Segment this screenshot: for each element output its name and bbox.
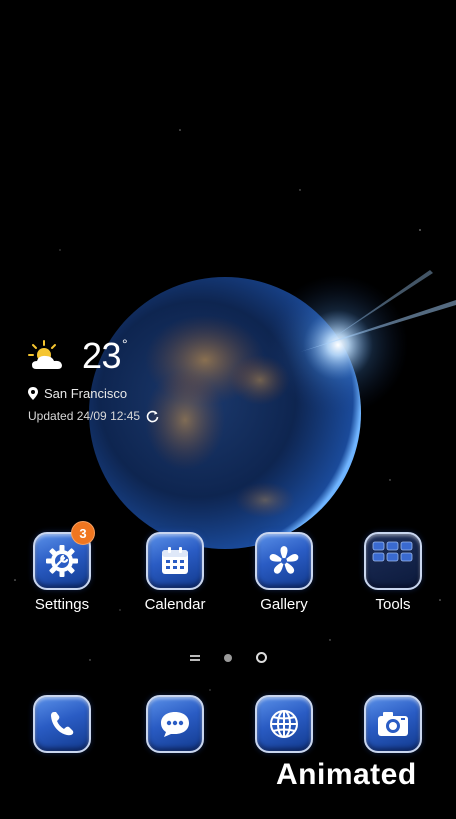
tools-folder-tile[interactable] xyxy=(364,532,422,590)
weather-updated: Updated 24/09 12:45 xyxy=(28,409,228,423)
dock-camera[interactable] xyxy=(348,695,438,753)
weather-widget[interactable]: 23 ° San Francisco Updated 24/09 12:45 xyxy=(28,335,228,423)
messages-tile[interactable] xyxy=(146,695,204,753)
notification-badge: 3 xyxy=(71,521,95,545)
gallery-tile[interactable] xyxy=(255,532,313,590)
pinwheel-flower-icon xyxy=(269,546,299,574)
dock-browser[interactable] xyxy=(239,695,329,753)
browser-tile[interactable] xyxy=(255,695,313,753)
phone-tile[interactable] xyxy=(33,695,91,753)
globe-icon xyxy=(270,710,298,738)
refresh-icon[interactable] xyxy=(146,410,159,423)
app-calendar[interactable]: Calendar xyxy=(130,532,220,613)
home-menu-icon[interactable] xyxy=(189,654,200,661)
degree-symbol: ° xyxy=(122,336,128,352)
camera-icon xyxy=(378,712,408,736)
app-gallery[interactable]: Gallery xyxy=(239,532,329,613)
settings-tile[interactable]: 3 xyxy=(33,521,95,590)
page-indicator xyxy=(0,652,456,663)
dock-phone[interactable] xyxy=(17,695,107,753)
location-label: San Francisco xyxy=(44,386,128,401)
camera-tile[interactable] xyxy=(364,695,422,753)
weather-current: 23 ° xyxy=(28,335,228,376)
tools-folder-icon xyxy=(372,541,413,562)
app-tools-folder[interactable]: Tools xyxy=(348,532,438,613)
weather-location: San Francisco xyxy=(28,386,228,401)
updated-label: Updated 24/09 12:45 xyxy=(28,409,141,423)
calendar-icon xyxy=(162,547,188,574)
app-label: Gallery xyxy=(260,596,308,613)
calendar-tile[interactable] xyxy=(146,532,204,590)
gear-wrench-icon xyxy=(46,545,78,577)
page-dot-current[interactable] xyxy=(255,652,267,663)
watermark-label: Animated xyxy=(276,758,417,791)
partly-sunny-icon xyxy=(28,340,62,369)
location-pin-icon xyxy=(28,387,38,400)
message-bubble-icon xyxy=(161,712,189,737)
dock-messages[interactable] xyxy=(130,695,220,753)
app-label: Calendar xyxy=(144,596,206,613)
app-label: Tools xyxy=(375,596,411,613)
app-label: Settings xyxy=(34,596,90,613)
app-settings[interactable]: 3 Settings xyxy=(17,521,107,613)
temperature: 23 xyxy=(82,335,122,376)
phone-icon xyxy=(51,712,74,736)
page-dot[interactable] xyxy=(223,653,232,662)
